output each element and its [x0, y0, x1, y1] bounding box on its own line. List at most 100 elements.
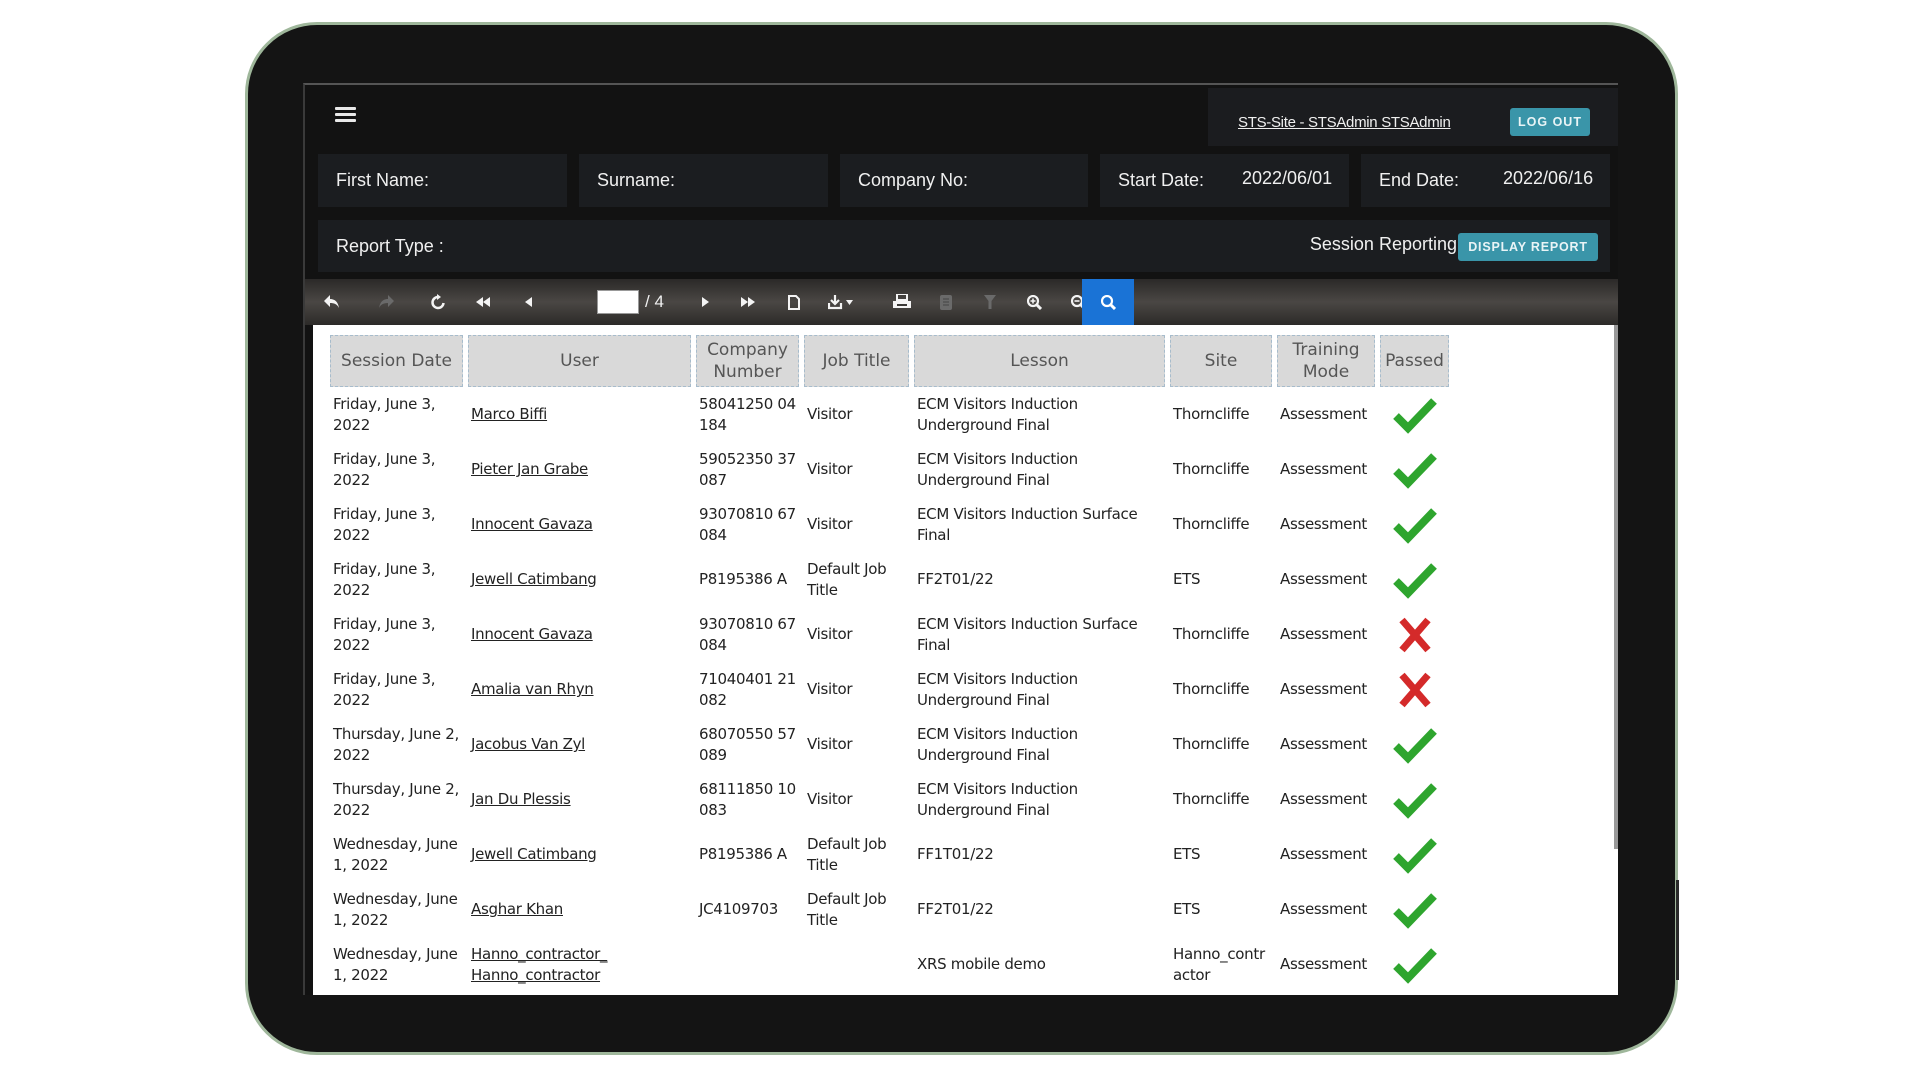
- cell-site: ETS: [1173, 570, 1201, 588]
- zoom-in-icon[interactable]: [1019, 279, 1049, 325]
- first-name-field[interactable]: First Name:: [318, 154, 567, 207]
- print-icon[interactable]: [887, 279, 917, 325]
- user-link[interactable]: Jewell Catimbang: [471, 570, 597, 588]
- cell-job-title: Visitor: [807, 735, 853, 753]
- cell-job-title: Visitor: [807, 625, 853, 643]
- display-report-button[interactable]: DISPLAY REPORT: [1458, 233, 1598, 261]
- column-header-company-number[interactable]: Company Number: [696, 335, 799, 387]
- refresh-icon[interactable]: [423, 279, 453, 325]
- checkmark-icon: [1392, 947, 1437, 984]
- column-header-lesson[interactable]: Lesson: [914, 335, 1165, 387]
- checkmark-icon: [1392, 892, 1437, 929]
- cell-job-title: [804, 937, 909, 992]
- report-type-value: Session Reporting: [1309, 234, 1457, 254]
- user-link[interactable]: Jacobus Van Zyl: [471, 735, 585, 753]
- vertical-scrollbar[interactable]: [1614, 325, 1618, 849]
- cell-job-title: Visitor: [807, 405, 853, 423]
- user-link[interactable]: Jan Du Plessis: [471, 790, 571, 808]
- page-setup-icon[interactable]: [779, 279, 809, 325]
- app-screen: STS-Site - STSAdmin STSAdmin LOG OUT Fir…: [303, 83, 1618, 995]
- cell-passed: [1380, 717, 1449, 772]
- top-bar: STS-Site - STSAdmin STSAdmin LOG OUT: [305, 85, 1618, 147]
- report-toolbar: / 4: [305, 279, 1618, 325]
- cross-icon: [1398, 672, 1431, 707]
- cell-user: Hanno_contractor_ Hanno_contractor: [468, 937, 691, 992]
- cell-lesson: ECM Visitors Induction Underground Final: [917, 394, 1078, 434]
- cell-training-mode: Assessment: [1280, 735, 1367, 753]
- cell-company-number: 68070550 57089: [699, 724, 796, 764]
- cell-site: Thorncliffe: [1173, 735, 1250, 753]
- cell-site: ETS: [1173, 900, 1201, 918]
- document-map-icon[interactable]: [931, 279, 961, 325]
- first-page-icon[interactable]: [468, 279, 498, 325]
- last-page-icon[interactable]: [733, 279, 763, 325]
- tablet-side-button: [1676, 880, 1679, 980]
- column-header-training-mode[interactable]: Training Mode: [1277, 335, 1375, 387]
- search-icon[interactable]: [1082, 279, 1134, 325]
- cell-site: ETS: [1173, 845, 1201, 863]
- user-link[interactable]: Marco Biffi: [471, 405, 547, 423]
- cell-passed: [1380, 387, 1449, 442]
- user-link[interactable]: Amalia van Rhyn: [471, 680, 594, 698]
- filter-icon[interactable]: [975, 279, 1005, 325]
- cell-site: Thorncliffe: [1173, 625, 1250, 643]
- column-header-job-title[interactable]: Job Title: [804, 335, 909, 387]
- cell-passed: [1380, 662, 1449, 717]
- start-date-value[interactable]: 2022/06/01: [1242, 168, 1332, 189]
- cell-lesson: ECM Visitors Induction Underground Final: [917, 724, 1078, 764]
- report-type-select[interactable]: Session Reporting: [1310, 234, 1475, 255]
- surname-field[interactable]: Surname:: [579, 154, 828, 207]
- cell-company-number: 71040401 21082: [699, 669, 796, 709]
- cell-company-number: P8195386 A: [699, 845, 787, 863]
- page-number-input[interactable]: [597, 290, 639, 314]
- user-link[interactable]: Pieter Jan Grabe: [471, 460, 588, 478]
- cell-site: Thorncliffe: [1173, 460, 1250, 478]
- hamburger-menu-icon[interactable]: [335, 107, 356, 123]
- user-account-link[interactable]: STS-Site - STSAdmin STSAdmin: [1238, 114, 1451, 131]
- back-icon[interactable]: [317, 279, 347, 325]
- table-row: Friday, June 3, 2022 Jewell Catimbang P819…: [330, 552, 1449, 607]
- table-row: Thursday, June 2, 2022 Jan Du Plessis 6811…: [330, 772, 1449, 827]
- user-link[interactable]: Asghar Khan: [471, 900, 563, 918]
- cell-training-mode: Assessment: [1280, 955, 1367, 973]
- table-header-row: Session Date User Company Number Job Title Le…: [330, 335, 1449, 387]
- user-link[interactable]: Innocent Gavaza: [471, 515, 593, 533]
- end-date-field[interactable]: End Date: 2022/06/16: [1361, 154, 1610, 207]
- cell-passed: [1380, 607, 1449, 662]
- company-no-field[interactable]: Company No:: [840, 154, 1088, 207]
- prev-page-icon[interactable]: [513, 279, 543, 325]
- next-page-icon[interactable]: [690, 279, 720, 325]
- cell-site: Thorncliffe: [1173, 680, 1250, 698]
- cell-lesson: ECM Visitors Induction Underground Final: [917, 779, 1078, 819]
- end-date-value[interactable]: 2022/06/16: [1503, 168, 1593, 189]
- table-row: Friday, June 3, 2022 Innocent Gavaza 93070…: [330, 607, 1449, 662]
- column-header-session-date[interactable]: Session Date: [330, 335, 463, 387]
- cell-job-title: Default Job Title: [807, 559, 887, 599]
- cell-user: Jewell Catimbang: [468, 552, 691, 607]
- start-date-field[interactable]: Start Date: 2022/06/01: [1100, 154, 1349, 207]
- cell-job-title: Visitor: [807, 680, 853, 698]
- report-viewer: Session Date User Company Number Job Title Le…: [313, 325, 1618, 995]
- column-header-site[interactable]: Site: [1170, 335, 1272, 387]
- cell-session-date: Friday, June 3, 2022: [333, 504, 436, 544]
- export-icon[interactable]: [821, 279, 861, 325]
- cell-passed: [1380, 882, 1449, 937]
- column-header-passed[interactable]: Passed: [1380, 335, 1449, 387]
- cell-session-date: Wednesday, June 1, 2022: [333, 889, 458, 929]
- column-header-user[interactable]: User: [468, 335, 691, 387]
- cell-session-date: Thursday, June 2, 2022: [333, 779, 459, 819]
- logout-button[interactable]: LOG OUT: [1510, 108, 1590, 136]
- cell-job-title: Visitor: [807, 790, 853, 808]
- cell-company-number: 59052350 37087: [699, 449, 796, 489]
- user-link[interactable]: Innocent Gavaza: [471, 625, 593, 643]
- cell-session-date: Friday, June 3, 2022: [333, 559, 436, 599]
- cell-lesson: FF2T01/22: [917, 900, 994, 918]
- cell-training-mode: Assessment: [1280, 900, 1367, 918]
- table-row: Friday, June 3, 2022 Marco Biffi 58041250 …: [330, 387, 1449, 442]
- user-link[interactable]: Hanno_contractor_ Hanno_contractor: [471, 945, 608, 984]
- forward-icon[interactable]: [371, 279, 401, 325]
- cell-lesson: FF1T01/22: [917, 845, 994, 863]
- checkmark-icon: [1392, 397, 1437, 434]
- table-row: Friday, June 3, 2022 Innocent Gavaza 93070…: [330, 497, 1449, 552]
- user-link[interactable]: Jewell Catimbang: [471, 845, 597, 863]
